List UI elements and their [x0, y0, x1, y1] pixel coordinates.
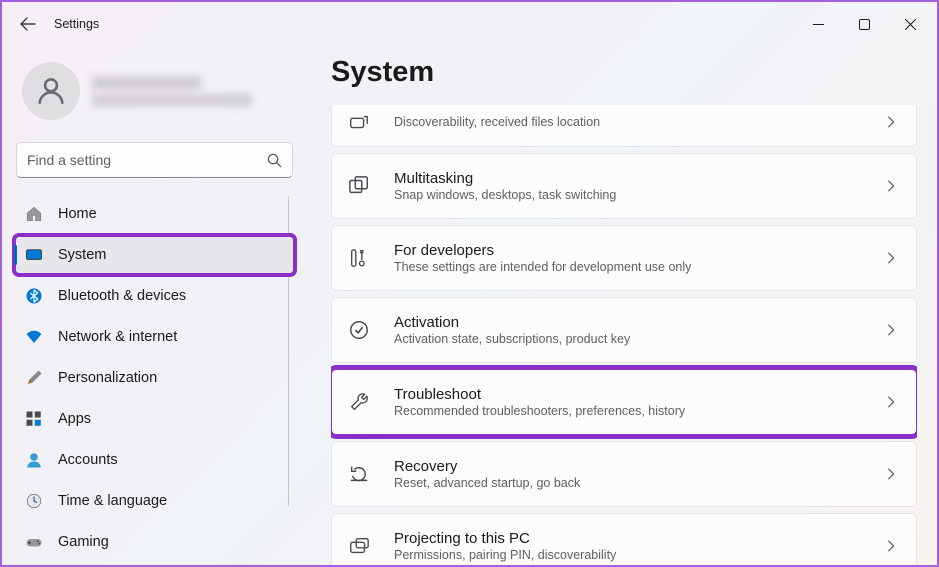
search-box[interactable] [16, 142, 293, 178]
nav-item-accounts[interactable]: Accounts [14, 440, 295, 480]
titlebar: Settings [2, 2, 937, 46]
gamepad-icon [24, 532, 44, 552]
nav-item-bluetooth[interactable]: Bluetooth & devices [14, 276, 295, 316]
maximize-button[interactable] [841, 8, 887, 40]
user-info-redacted [92, 76, 287, 106]
user-email-redacted [92, 94, 252, 106]
card-subtitle: Permissions, pairing PIN, discoverabilit… [394, 548, 884, 562]
nav-label: Home [58, 206, 97, 222]
user-name-redacted [92, 76, 202, 90]
nav-label: Gaming [58, 534, 109, 550]
chevron-right-icon [884, 179, 898, 193]
person-icon [34, 74, 68, 108]
nav-list: Home System Bluetooth & devices Network … [14, 194, 295, 562]
card-subtitle: Snap windows, desktops, task switching [394, 188, 884, 202]
projecting-icon [346, 533, 372, 559]
developers-icon [346, 245, 372, 271]
settings-list: Discoverability, received files location… [331, 105, 917, 565]
recovery-icon [346, 461, 372, 487]
nav-label: Apps [58, 411, 91, 427]
card-title: Troubleshoot [394, 386, 884, 403]
sidebar: Home System Bluetooth & devices Network … [2, 46, 307, 565]
card-title: Projecting to this PC [394, 530, 884, 547]
card-subtitle: Recommended troubleshooters, preferences… [394, 404, 884, 418]
card-title: Activation [394, 314, 884, 331]
chevron-right-icon [884, 395, 898, 409]
nav-item-time-language[interactable]: Time & language [14, 481, 295, 521]
nav-label: System [58, 247, 106, 263]
nav-item-apps[interactable]: Apps [14, 399, 295, 439]
nav-label: Personalization [58, 370, 157, 386]
search-icon [267, 153, 282, 168]
avatar [22, 62, 80, 120]
chevron-right-icon [884, 539, 898, 553]
maximize-icon [859, 19, 870, 30]
nav-item-home[interactable]: Home [14, 194, 295, 234]
close-icon [905, 19, 916, 30]
chevron-right-icon [884, 251, 898, 265]
card-title: For developers [394, 242, 884, 259]
minimize-icon [813, 19, 824, 30]
chevron-right-icon [884, 115, 898, 129]
user-profile-block[interactable] [14, 54, 295, 136]
chevron-right-icon [884, 323, 898, 337]
minimize-button[interactable] [795, 8, 841, 40]
wifi-icon [24, 327, 44, 347]
card-title: Multitasking [394, 170, 884, 187]
nav-item-system[interactable]: System [14, 235, 295, 275]
card-subtitle: Discoverability, received files location [394, 115, 884, 129]
card-troubleshoot[interactable]: Troubleshoot Recommended troubleshooters… [331, 369, 917, 435]
card-subtitle: Reset, advanced startup, go back [394, 476, 884, 490]
bluetooth-icon [24, 286, 44, 306]
brush-icon [24, 368, 44, 388]
card-nearby-sharing[interactable]: Discoverability, received files location [331, 105, 917, 147]
card-recovery[interactable]: Recovery Reset, advanced startup, go bac… [331, 441, 917, 507]
card-subtitle: These settings are intended for developm… [394, 260, 884, 274]
window-controls [795, 8, 933, 40]
card-subtitle: Activation state, subscriptions, product… [394, 332, 884, 346]
back-arrow-icon [20, 16, 36, 32]
close-button[interactable] [887, 8, 933, 40]
multitasking-icon [346, 173, 372, 199]
wrench-icon [346, 389, 372, 415]
nav-label: Accounts [58, 452, 118, 468]
nav-label: Time & language [58, 493, 167, 509]
chevron-right-icon [884, 467, 898, 481]
clock-globe-icon [24, 491, 44, 511]
nav-item-network[interactable]: Network & internet [14, 317, 295, 357]
home-icon [24, 204, 44, 224]
window-title: Settings [54, 17, 99, 31]
card-for-developers[interactable]: For developers These settings are intend… [331, 225, 917, 291]
checkmark-circle-icon [346, 317, 372, 343]
apps-icon [24, 409, 44, 429]
nav-item-personalization[interactable]: Personalization [14, 358, 295, 398]
card-multitasking[interactable]: Multitasking Snap windows, desktops, tas… [331, 153, 917, 219]
card-projecting[interactable]: Projecting to this PC Permissions, pairi… [331, 513, 917, 565]
card-activation[interactable]: Activation Activation state, subscriptio… [331, 297, 917, 363]
share-icon [346, 109, 372, 135]
card-title: Recovery [394, 458, 884, 475]
main-content: System Discoverability, received files l… [307, 46, 937, 565]
nav-label: Network & internet [58, 329, 177, 345]
nav-label: Bluetooth & devices [58, 288, 186, 304]
search-input[interactable] [27, 152, 267, 168]
accounts-icon [24, 450, 44, 470]
nav-item-gaming[interactable]: Gaming [14, 522, 295, 562]
system-icon [24, 245, 44, 265]
back-button[interactable] [6, 2, 50, 46]
page-title: System [331, 56, 917, 89]
